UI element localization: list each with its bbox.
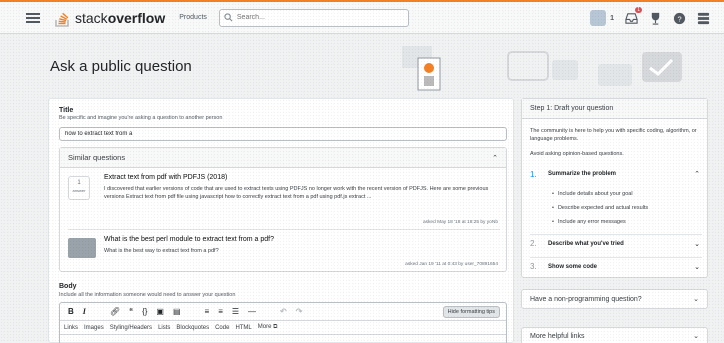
draft-guidance-avoid: Avoid asking opinion-based questions. bbox=[530, 151, 624, 157]
title-input[interactable] bbox=[59, 127, 507, 141]
step-label: Summarize the problem bbox=[548, 171, 617, 177]
similar-question-title[interactable]: Extract text from pdf with PDFJS (2018) bbox=[104, 174, 227, 181]
question-form: Title Be specific and imagine you're ask… bbox=[48, 98, 514, 343]
help-icon[interactable]: ? bbox=[672, 11, 686, 25]
step-number: 2. bbox=[530, 239, 537, 248]
logo-text: stackoverflow bbox=[75, 9, 166, 26]
formatting-tips-tabs: Links Images Styling/Headers Lists Block… bbox=[60, 321, 506, 335]
similar-questions-panel: Similar questions ⌃ 1 answer Extract tex… bbox=[59, 147, 507, 272]
similar-questions-header[interactable]: Similar questions ⌃ bbox=[60, 148, 506, 168]
answer-count-label: answer bbox=[72, 188, 86, 193]
helpful-links-box[interactable]: More helpful links ⌄ bbox=[521, 327, 708, 343]
page-title: Ask a public question bbox=[50, 58, 192, 75]
similar-question-meta: asked May 18 '18 at 18:25 by yoNb bbox=[422, 220, 498, 225]
step-number: 3. bbox=[530, 262, 537, 271]
title-label: Title bbox=[59, 107, 74, 114]
editor-toolbar: B I 🔗︎ “ {} ▣ ▤ ≡ ≡ ☰ — ↶ ↷ Hide formatt… bbox=[60, 303, 506, 321]
tip-tab-links[interactable]: Links bbox=[64, 325, 78, 331]
tip-tab-images[interactable]: Images bbox=[84, 325, 104, 331]
bold-icon[interactable]: B bbox=[68, 307, 74, 316]
quote-icon[interactable]: “ bbox=[129, 307, 133, 316]
search-icon bbox=[224, 13, 233, 22]
bulleted-list-icon[interactable]: ≡ bbox=[218, 307, 223, 316]
helpful-links-label: More helpful links bbox=[530, 332, 585, 340]
chevron-up-icon[interactable]: ⌃ bbox=[492, 154, 498, 162]
body-description: Include all the information someone woul… bbox=[59, 292, 236, 298]
achievements-icon[interactable] bbox=[648, 11, 662, 25]
similar-question-excerpt: I discovered that earlier versions of co… bbox=[104, 186, 489, 200]
body-label: Body bbox=[59, 283, 77, 290]
draft-guidance-heading: Step 1: Draft your question bbox=[522, 99, 707, 119]
draft-guidance-card: Step 1: Draft your question The communit… bbox=[521, 98, 708, 278]
hamburger-icon[interactable] bbox=[26, 12, 40, 23]
similar-question-meta: asked Jan 19 '11 at 0:43 by user_7089165… bbox=[405, 262, 498, 267]
numbered-list-icon[interactable]: ≡ bbox=[205, 307, 210, 316]
inbox-badge: 1 bbox=[635, 7, 642, 13]
chevron-down-icon: ⌄ bbox=[694, 263, 700, 271]
stackoverflow-logo-icon bbox=[54, 8, 72, 28]
draft-guidance-intro: The community is here to help you with s… bbox=[530, 128, 697, 142]
answer-count-box: 1 answer bbox=[68, 176, 90, 200]
answer-count: 1 bbox=[77, 180, 81, 186]
step-describe[interactable]: 2. Describe what you've tried ⌄ bbox=[530, 234, 702, 248]
step-number: 1. bbox=[530, 169, 537, 179]
tip-tab-lists[interactable]: Lists bbox=[158, 325, 170, 331]
inbox-icon[interactable]: 1 bbox=[624, 7, 642, 25]
tip-tab-more[interactable]: More ⧉ bbox=[258, 324, 278, 331]
top-bar: stackoverflow Products 1 1 ? bbox=[0, 0, 724, 34]
similar-questions-heading: Similar questions bbox=[68, 153, 126, 162]
question-thumbnail bbox=[68, 238, 96, 258]
reputation-count: 1 bbox=[610, 14, 614, 22]
step-summarize[interactable]: 1. Summarize the problem ⌃ bbox=[530, 167, 702, 181]
chevron-down-icon: ⌄ bbox=[694, 240, 700, 248]
tip-tab-blockquotes[interactable]: Blockquotes bbox=[176, 325, 209, 331]
title-description: Be specific and imagine you're asking a … bbox=[59, 115, 223, 121]
tip-tab-code[interactable]: Code bbox=[215, 325, 229, 331]
link-icon[interactable]: 🔗︎ bbox=[110, 307, 120, 316]
products-menu[interactable]: Products bbox=[173, 10, 213, 25]
stackexchange-icon[interactable] bbox=[696, 11, 710, 25]
bullet-item: Describe expected and actual results bbox=[552, 201, 648, 215]
user-avatar[interactable] bbox=[590, 10, 607, 26]
horizontal-rule-icon[interactable]: — bbox=[248, 307, 256, 316]
search-input[interactable] bbox=[236, 14, 397, 21]
step-label: Describe what you've tried bbox=[548, 240, 624, 247]
site-logo[interactable]: stackoverflow bbox=[54, 7, 165, 29]
heading-icon[interactable]: ☰ bbox=[232, 307, 239, 316]
hide-formatting-tips-button[interactable]: Hide formatting tips bbox=[442, 306, 500, 318]
redo-icon[interactable]: ↷ bbox=[296, 307, 303, 316]
non-programming-question-box[interactable]: Have a non-programming question? ⌄ bbox=[521, 289, 708, 309]
similar-question-item[interactable]: 1 answer Extract text from pdf with PDFJ… bbox=[68, 174, 500, 230]
chevron-down-icon: ⌄ bbox=[693, 296, 699, 303]
bullet-item: Include details about your goal bbox=[552, 187, 648, 201]
chevron-up-icon: ⌃ bbox=[694, 171, 700, 178]
search-box[interactable] bbox=[218, 8, 409, 27]
tip-tab-styling[interactable]: Styling/Headers bbox=[110, 325, 152, 331]
image-icon[interactable]: ▣ bbox=[156, 307, 164, 316]
similar-question-title[interactable]: What is the best perl module to extract … bbox=[104, 236, 274, 243]
undo-icon[interactable]: ↶ bbox=[280, 307, 287, 316]
non-programming-question-label: Have a non-programming question? bbox=[530, 295, 642, 303]
chevron-down-icon: ⌄ bbox=[693, 333, 699, 340]
svg-text:?: ? bbox=[677, 14, 681, 23]
bullet-item: Include any error messages bbox=[552, 215, 648, 229]
step-show-code[interactable]: 3. Show some code ⌄ bbox=[530, 257, 702, 271]
code-icon[interactable]: {} bbox=[142, 307, 147, 316]
step-label: Show some code bbox=[548, 263, 598, 270]
snippet-icon[interactable]: ▤ bbox=[173, 307, 181, 316]
similar-question-item[interactable]: What is the best perl module to extract … bbox=[68, 234, 500, 270]
step-bullets: Include details about your goal Describe… bbox=[552, 187, 648, 229]
tip-tab-html[interactable]: HTML bbox=[235, 325, 251, 331]
body-editor: B I 🔗︎ “ {} ▣ ▤ ≡ ≡ ☰ — ↶ ↷ Hide formatt… bbox=[59, 302, 507, 343]
hero-illustration bbox=[402, 46, 682, 91]
italic-icon[interactable]: I bbox=[83, 307, 86, 316]
similar-question-excerpt: What is the best way to extract text fro… bbox=[104, 248, 219, 254]
